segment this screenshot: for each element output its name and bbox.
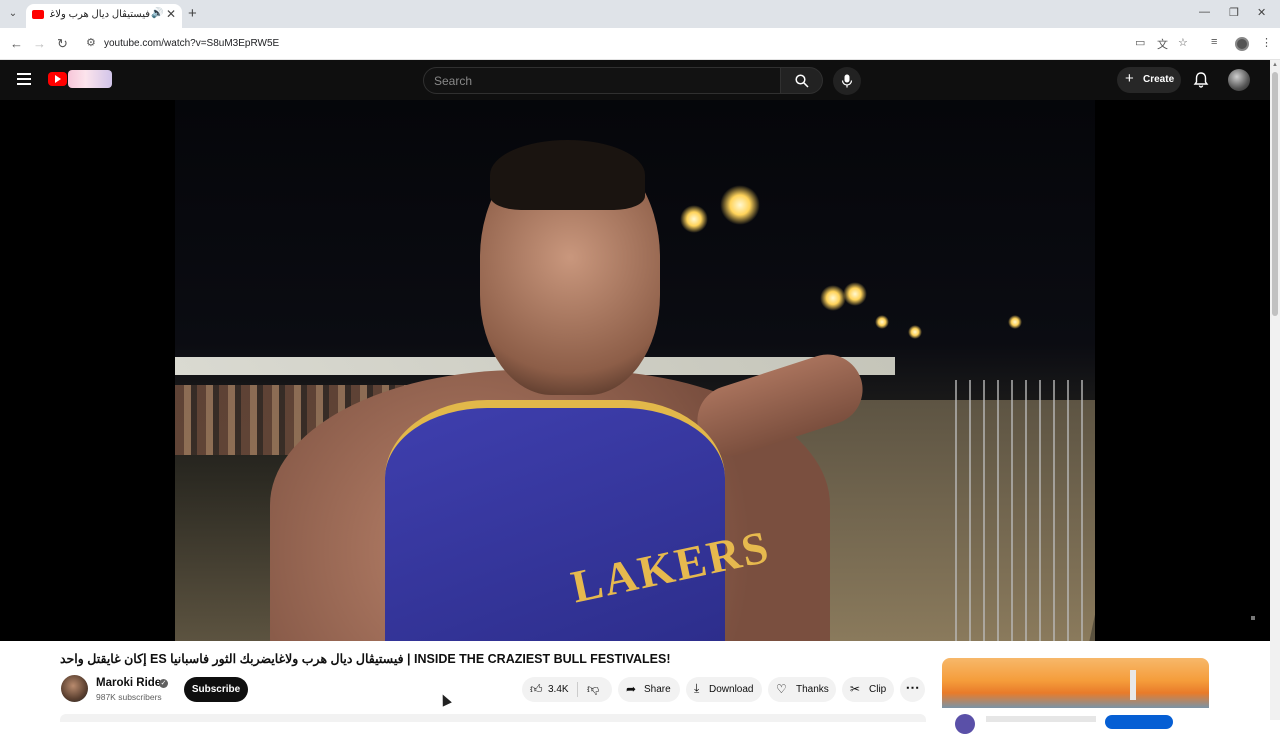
youtube-header: + Create (0, 60, 1270, 100)
download-icon: ⤓ (694, 681, 700, 695)
channel-avatar[interactable] (61, 675, 88, 702)
street-lamp (720, 185, 760, 225)
channel-name[interactable]: Maroki Rider (96, 677, 166, 689)
street-lamp (1008, 315, 1022, 329)
clip-button[interactable]: ✂ Clip (842, 677, 894, 702)
thumbs-up-icon[interactable]: 👍︎ (530, 682, 543, 697)
url-text[interactable]: youtube.com/watch?v=S8uM3EpRW5E (104, 38, 279, 49)
browser-tabbar: ⌄ فيستيڤال ديال هرب ولاغايضربك الثور فاس… (0, 0, 1280, 28)
forward-icon[interactable]: → (33, 36, 46, 51)
scissors-icon: ✂ (850, 682, 861, 696)
subscriber-count: 987K subscribers (96, 692, 162, 702)
download-button[interactable]: ⤓ Download (686, 677, 762, 702)
ad-thumbnail[interactable] (942, 658, 1209, 708)
video-player[interactable]: LAKERS (0, 100, 1270, 641)
media-control-icon[interactable]: ≡ (1211, 36, 1217, 48)
download-label: Download (709, 684, 754, 695)
video-title: إكان غايقتل واحد ES فيستيڤال ديال هرب ول… (60, 652, 671, 666)
verified-check-icon: ✓ (159, 679, 168, 688)
microphone-icon (841, 74, 853, 88)
street-lamp (843, 282, 867, 306)
browser-tab-title: فيستيڤال ديال هرب ولاغايضربك الثور فاسبا… (50, 9, 150, 20)
share-arrow-icon: ➦ (626, 682, 637, 696)
site-info-icon[interactable]: ⚙ (86, 36, 96, 49)
video-person-jersey (385, 400, 725, 641)
super-thanks-icon: ♡ (776, 682, 787, 696)
youtube-favicon-icon (32, 10, 44, 19)
subscribe-button[interactable]: Subscribe (184, 677, 248, 702)
bookmark-star-icon[interactable]: ☆ (1178, 36, 1188, 49)
browser-tab-active[interactable]: فيستيڤال ديال هرب ولاغايضربك الثور فاسبا… (26, 4, 182, 28)
thanks-label: Thanks (796, 684, 829, 695)
clip-label: Clip (869, 684, 887, 695)
plus-icon: + (1125, 70, 1134, 87)
ad-cta-button[interactable] (1105, 715, 1173, 729)
create-label: Create (1143, 74, 1175, 85)
player-corner-marker (1251, 616, 1255, 620)
reload-icon[interactable]: ↻ (57, 36, 68, 52)
like-dislike-group: 👍︎ 3.4K 👎︎ (522, 677, 612, 702)
like-divider (577, 682, 578, 697)
window-close-icon[interactable]: ✕ (1257, 6, 1266, 19)
translate-icon[interactable]: 文 (1157, 36, 1168, 52)
page-scrollbar[interactable]: ▲ (1270, 60, 1280, 720)
youtube-doodle[interactable] (68, 70, 112, 88)
restore-icon[interactable]: ❐ (1229, 6, 1239, 19)
scrollbar-thumb[interactable] (1272, 72, 1278, 316)
audio-playing-icon[interactable]: 🔊 (151, 8, 163, 19)
ad-title-placeholder[interactable] (986, 716, 1096, 722)
video-person-hair (490, 140, 645, 210)
browser-profile-icon[interactable] (1235, 37, 1249, 51)
back-icon[interactable]: ← (10, 36, 23, 51)
mouse-cursor-icon (438, 692, 452, 707)
address-bar[interactable]: ⚙ youtube.com/watch?v=S8uM3EpRW5E (80, 32, 1200, 56)
share-button[interactable]: ➦ Share (618, 677, 680, 702)
description-box[interactable] (60, 714, 926, 722)
tab-search-icon[interactable]: ⌄ (6, 7, 20, 21)
search-input[interactable] (434, 72, 764, 90)
install-app-icon[interactable]: ▭ (1135, 36, 1145, 49)
browser-menu-icon[interactable]: ⋮ (1261, 36, 1272, 49)
thumbs-down-icon[interactable]: 👎︎ (587, 682, 599, 697)
scroll-up-icon[interactable]: ▲ (1272, 62, 1278, 68)
browser-toolbar: ← → ↻ ⚙ youtube.com/watch?v=S8uM3EpRW5E … (0, 28, 1280, 60)
voice-search-button[interactable] (833, 67, 861, 95)
search-button[interactable] (781, 67, 823, 94)
new-tab-icon[interactable]: + (188, 5, 197, 22)
notifications-bell-icon[interactable] (1192, 71, 1210, 89)
share-label: Share (644, 684, 671, 695)
street-lamp (820, 285, 846, 311)
ad-info-row (942, 708, 1209, 734)
video-frame[interactable]: LAKERS (175, 100, 1095, 641)
create-button[interactable]: + Create (1117, 67, 1181, 93)
tab-close-icon[interactable]: ✕ (166, 7, 176, 21)
menu-icon[interactable] (17, 73, 31, 85)
more-actions-button[interactable]: ⋯ (900, 677, 925, 702)
street-lamp (680, 205, 708, 233)
street-lamp (908, 325, 922, 339)
street-lamp (875, 315, 889, 329)
video-scene-fence (955, 380, 1095, 641)
search-icon (795, 74, 809, 88)
ad-lighthouse (1130, 670, 1136, 700)
youtube-logo-icon[interactable] (48, 72, 67, 86)
search-box (423, 67, 781, 94)
ad-advertiser-avatar[interactable] (955, 714, 975, 734)
account-avatar[interactable] (1228, 69, 1250, 91)
like-count[interactable]: 3.4K (548, 684, 569, 695)
minimize-icon[interactable]: — (1199, 6, 1210, 18)
thanks-button[interactable]: ♡ Thanks (768, 677, 836, 702)
